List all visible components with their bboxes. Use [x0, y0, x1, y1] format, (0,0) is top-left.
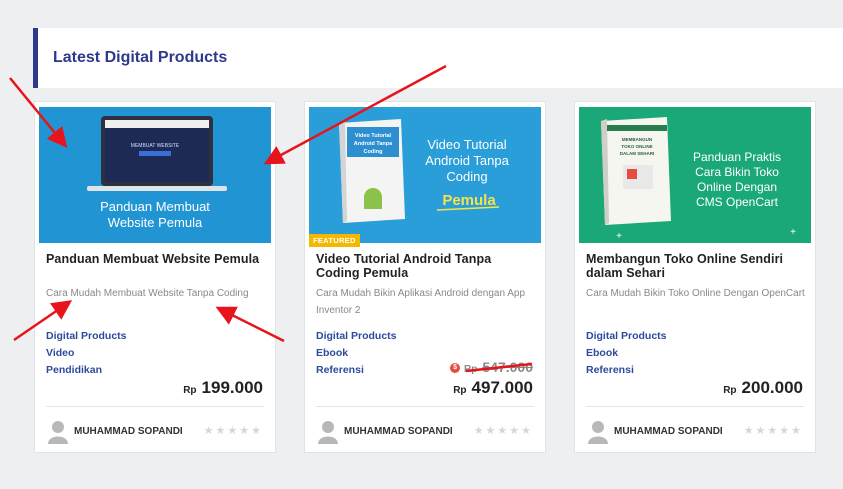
section-title: Latest Digital Products	[53, 49, 228, 66]
svg-text:MEMBANGUN: MEMBANGUN	[622, 137, 652, 142]
author-row[interactable]: MUHAMMAD SOPANDI ★★★★★	[317, 418, 535, 444]
currency-label: Rp	[183, 385, 197, 396]
svg-text:+: +	[790, 227, 796, 238]
category-link[interactable]: Digital Products	[586, 328, 667, 345]
svg-text:Android Tanpa: Android Tanpa	[354, 141, 393, 147]
product-description: Cara Mudah Membuat Website Tanpa Coding	[46, 288, 249, 299]
svg-text:DALAM SEHARI: DALAM SEHARI	[620, 151, 655, 156]
svg-text:MEMBUAT WEBSITE: MEMBUAT WEBSITE	[131, 143, 180, 149]
currency-label: Rp	[464, 364, 478, 375]
thumbnail-text: CMS OpenCart	[696, 195, 779, 209]
author-row[interactable]: MUHAMMAD SOPANDI ★★★★★	[587, 418, 805, 444]
product-thumbnail[interactable]: MEMBANGUN TOKO ONLINE DALAM SEHARI Pandu…	[579, 107, 811, 243]
product-description: Cara Mudah Bikin Aplikasi Android dengan…	[316, 288, 526, 316]
thumbnail-text: Pemula	[442, 192, 496, 209]
category-list: Digital Products Ebook Referensi	[316, 328, 397, 379]
product-card[interactable]: MEMBUAT WEBSITE Panduan Membuat Website …	[34, 101, 276, 453]
thumbnail-text: Online Dengan	[697, 180, 777, 194]
thumbnail-text: Website Pemula	[108, 215, 203, 230]
thumbnail-text: Panduan Praktis	[693, 150, 781, 164]
price-value: 199.000	[201, 378, 263, 397]
category-link[interactable]: Digital Products	[46, 328, 127, 345]
old-price-value: 547.000	[482, 359, 533, 375]
category-link[interactable]: Digital Products	[316, 328, 397, 345]
category-link[interactable]: Ebook	[586, 345, 667, 362]
thumbnail-text: Cara Bikin Toko	[695, 165, 779, 179]
product-price: Rp 199.000	[183, 378, 263, 398]
avatar-icon[interactable]	[587, 418, 609, 444]
category-list: Digital Products Video Pendidikan	[46, 328, 127, 379]
category-list: Digital Products Ebook Referensi	[586, 328, 667, 379]
thumbnail-text: Android Tanpa	[425, 153, 509, 168]
price-value: 200.000	[741, 378, 803, 397]
product-card[interactable]: Video Tutorial Android Tanpa Coding Vide…	[304, 101, 546, 453]
product-thumbnail[interactable]: MEMBUAT WEBSITE Panduan Membuat Website …	[39, 107, 271, 243]
product-card[interactable]: MEMBANGUN TOKO ONLINE DALAM SEHARI Pandu…	[574, 101, 816, 453]
category-link[interactable]: Pendidikan	[46, 362, 127, 379]
currency-label: Rp	[723, 385, 737, 396]
product-title[interactable]: Video Tutorial Android Tanpa Coding Pemu…	[316, 252, 538, 280]
section-header: Latest Digital Products	[33, 28, 843, 88]
divider	[316, 406, 534, 407]
svg-text:Coding: Coding	[364, 149, 383, 155]
thumbnail-text: Panduan Membuat	[100, 199, 210, 214]
product-thumbnail[interactable]: Video Tutorial Android Tanpa Coding Vide…	[309, 107, 541, 243]
product-price: Rp 200.000	[723, 378, 803, 398]
svg-text:TOKO ONLINE: TOKO ONLINE	[621, 144, 652, 149]
rating-stars: ★★★★★	[473, 425, 533, 437]
author-name[interactable]: MUHAMMAD SOPANDI	[74, 426, 183, 437]
price-value: 497.000	[471, 378, 533, 397]
svg-text:Video Tutorial: Video Tutorial	[355, 133, 392, 139]
thumbnail-text: Coding	[446, 169, 487, 184]
featured-badge: FEATURED	[309, 234, 360, 247]
avatar-icon[interactable]	[47, 418, 69, 444]
thumbnail-text: Video Tutorial	[427, 137, 506, 152]
original-price: $ Rp 547.000	[450, 359, 533, 375]
author-row[interactable]: MUHAMMAD SOPANDI ★★★★★	[47, 418, 265, 444]
svg-text:+: +	[616, 231, 622, 242]
product-title[interactable]: Membangun Toko Online Sendiri dalam Seha…	[586, 252, 808, 280]
category-link[interactable]: Ebook	[316, 345, 397, 362]
divider	[586, 406, 804, 407]
sale-icon: $	[450, 363, 461, 374]
rating-stars: ★★★★★	[203, 425, 263, 437]
author-name[interactable]: MUHAMMAD SOPANDI	[614, 426, 723, 437]
author-name[interactable]: MUHAMMAD SOPANDI	[344, 426, 453, 437]
category-link[interactable]: Referensi	[586, 362, 667, 379]
rating-stars: ★★★★★	[743, 425, 803, 437]
product-title[interactable]: Panduan Membuat Website Pemula	[46, 252, 268, 266]
product-price: Rp 497.000	[453, 378, 533, 398]
category-link[interactable]: Video	[46, 345, 127, 362]
currency-label: Rp	[453, 385, 467, 396]
product-description: Cara Mudah Bikin Toko Online Dengan Open…	[586, 288, 805, 299]
avatar-icon[interactable]	[317, 418, 339, 444]
category-link[interactable]: Referensi	[316, 362, 397, 379]
divider	[46, 406, 264, 407]
